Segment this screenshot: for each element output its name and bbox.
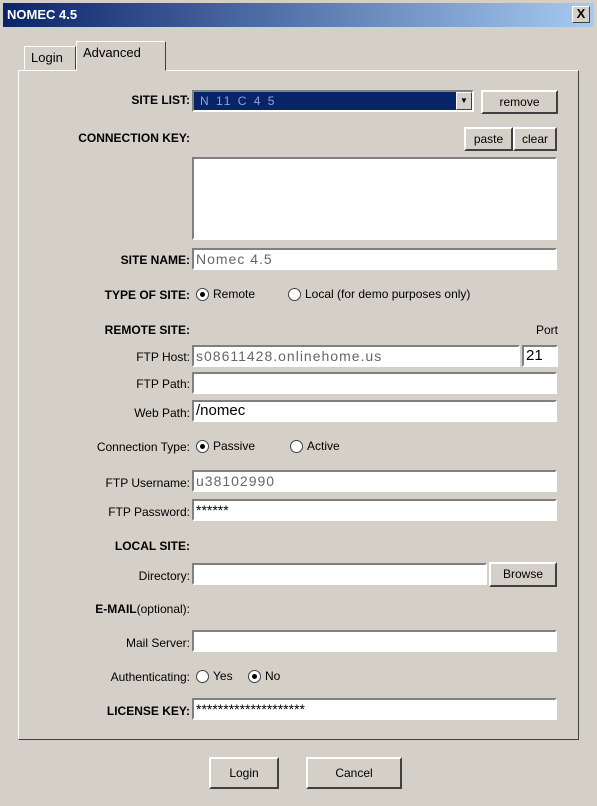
license-key-input[interactable]: ******************** — [192, 698, 557, 720]
ftp-path-label: FTP Path: — [136, 377, 190, 391]
cancel-button[interactable]: Cancel — [306, 757, 402, 789]
site-name-label: SITE NAME: — [120, 253, 190, 267]
connection-key-label: CONNECTION KEY: — [78, 131, 190, 145]
connection-key-textarea[interactable] — [192, 157, 557, 240]
mail-server-input[interactable] — [192, 630, 557, 652]
port-input[interactable]: 21 — [522, 345, 558, 367]
remote-site-label: REMOTE SITE: — [104, 323, 190, 337]
radio-auth-yes-label: Yes — [213, 669, 233, 683]
site-list-select[interactable]: N 11 C 4 5 ▼ — [192, 90, 474, 112]
radio-local-label: Local (for demo purposes only) — [305, 287, 471, 301]
radio-active-label: Active — [307, 439, 340, 453]
ftp-password-input[interactable]: ****** — [192, 499, 557, 521]
web-path-label: Web Path: — [134, 406, 190, 420]
tab-login[interactable]: Login — [24, 46, 76, 70]
nomec-window: NOMEC 4.5 X Login Advanced SITE LIST: N … — [0, 0, 597, 806]
ftp-password-label: FTP Password: — [108, 505, 190, 519]
email-title: E-MAIL — [95, 602, 137, 616]
radio-auth-yes[interactable]: Yes — [196, 669, 233, 683]
radio-auth-no-label: No — [265, 669, 281, 683]
radio-passive-indicator[interactable] — [196, 439, 209, 453]
tab-advanced[interactable]: Advanced — [76, 41, 166, 71]
radio-auth-yes-indicator[interactable] — [196, 669, 209, 683]
radio-local-indicator[interactable] — [288, 287, 301, 301]
directory-label: Directory: — [138, 569, 190, 583]
ftp-host-input[interactable]: s08611428.onlinehome.us — [192, 345, 520, 367]
radio-passive[interactable]: Passive — [196, 439, 255, 453]
type-of-site-label: TYPE OF SITE: — [104, 288, 190, 302]
radio-remote[interactable]: Remote — [196, 287, 255, 301]
paste-button[interactable]: paste — [464, 127, 513, 151]
email-optional: (optional): — [136, 602, 190, 616]
radio-remote-label: Remote — [213, 287, 256, 301]
browse-button[interactable]: Browse — [489, 562, 557, 587]
close-icon: X — [576, 6, 586, 21]
window-title: NOMEC 4.5 — [7, 7, 78, 22]
email-label: E-MAIL(optional): — [40, 602, 190, 616]
chevron-down-icon[interactable]: ▼ — [456, 92, 472, 110]
connection-type-label: Connection Type: — [96, 440, 190, 454]
license-key-label: LICENSE KEY: — [106, 704, 190, 718]
local-site-label: LOCAL SITE: — [114, 539, 190, 553]
login-button[interactable]: Login — [209, 757, 279, 789]
radio-active-indicator[interactable] — [290, 439, 303, 453]
title-bar: NOMEC 4.5 X — [3, 3, 594, 27]
radio-auth-no[interactable]: No — [248, 669, 280, 683]
remove-button[interactable]: remove — [481, 90, 558, 114]
ftp-username-label: FTP Username: — [105, 476, 190, 490]
port-label: Port — [535, 323, 558, 337]
ftp-username-input[interactable]: u38102990 — [192, 470, 557, 492]
mail-server-label: Mail Server: — [125, 636, 190, 650]
authenticating-label: Authenticating: — [110, 670, 190, 684]
clear-button[interactable]: clear — [513, 127, 557, 151]
ftp-path-input[interactable] — [192, 372, 557, 394]
radio-remote-indicator[interactable] — [196, 287, 209, 301]
radio-local[interactable]: Local (for demo purposes only) — [288, 287, 470, 301]
web-path-input[interactable]: /nomec — [192, 400, 557, 422]
radio-auth-no-indicator[interactable] — [248, 669, 261, 683]
close-button[interactable]: X — [572, 6, 590, 23]
site-list-label: SITE LIST: — [131, 93, 190, 107]
directory-input[interactable] — [192, 563, 487, 585]
site-name-input[interactable]: Nomec 4.5 — [192, 248, 557, 270]
site-list-value: N 11 C 4 5 — [200, 94, 277, 108]
radio-passive-label: Passive — [213, 439, 256, 453]
ftp-host-label: FTP Host: — [136, 350, 190, 364]
radio-active[interactable]: Active — [290, 439, 340, 453]
